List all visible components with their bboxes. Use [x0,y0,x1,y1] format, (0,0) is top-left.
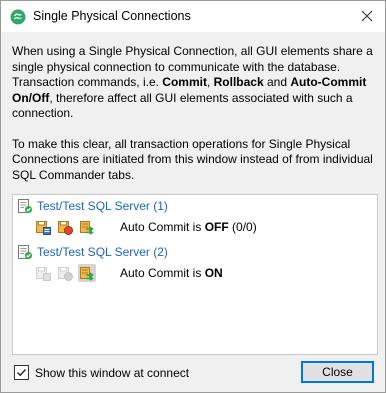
connection-icon [17,198,33,214]
show-at-connect-label[interactable]: Show this window at connect [35,366,189,380]
description-text-end: , therefore affect all GUI elements asso… [12,90,353,121]
connection-actions-row: Auto Commit is ON [34,263,223,283]
description: When using a Single Physical Connection,… [12,44,376,183]
window-title: Single Physical Connections [33,9,191,23]
rollback-icon[interactable] [56,264,74,282]
dialog-window: Single Physical Connections When using a… [0,0,386,393]
autocommit-status: Auto Commit is ON [120,266,223,280]
description-separator: , [206,75,214,89]
autocommit-toggle-icon[interactable] [78,218,96,236]
show-at-connect-option[interactable]: Show this window at connect [14,365,189,380]
autocommit-status: Auto Commit is OFF (0/0) [120,220,257,234]
connection-row: Test/Test SQL Server (1) [17,197,168,215]
commit-icon[interactable] [34,264,52,282]
close-icon[interactable] [355,5,379,27]
connection-link[interactable]: Test/Test SQL Server (2) [37,245,168,259]
connection-icon [17,244,33,260]
connection-actions-row: Auto Commit is OFF (0/0) [34,217,257,237]
description-paragraph-2: To make this clear, all transaction oper… [12,136,373,182]
title-bar: Single Physical Connections [1,1,385,32]
connections-panel: Test/Test SQL Server (1) Auto Commit is … [12,194,378,355]
autocommit-status-count: (0/0) [228,220,257,234]
description-paragraph-1: When using a Single Physical Connection,… [12,44,376,122]
app-icon [10,9,26,25]
rollback-term: Rollback [213,75,264,89]
commit-term: Commit [162,75,207,89]
close-button[interactable]: Close [301,361,374,383]
connection-link[interactable]: Test/Test SQL Server (1) [37,199,168,213]
autocommit-status-value: ON [204,266,223,280]
description-conjunction: and [263,75,291,89]
autocommit-status-label: Auto Commit is [120,266,205,280]
autocommit-status-label: Auto Commit is [120,220,205,234]
commit-icon[interactable] [34,218,52,236]
autocommit-toggle-icon[interactable] [78,264,96,282]
connection-row: Test/Test SQL Server (2) [17,243,168,261]
rollback-icon[interactable] [56,218,74,236]
autocommit-status-value: OFF [204,220,229,234]
show-at-connect-checkbox[interactable] [14,365,29,380]
